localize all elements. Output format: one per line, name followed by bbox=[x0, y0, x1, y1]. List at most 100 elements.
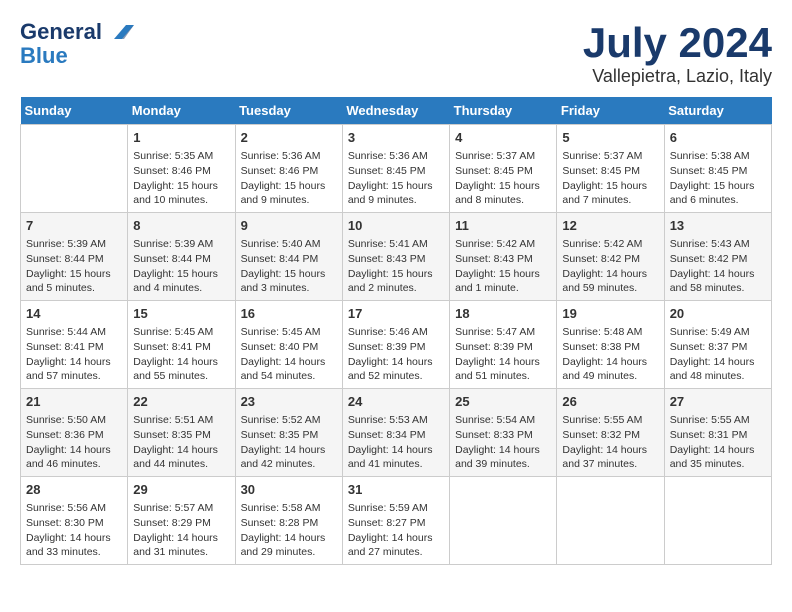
day-info: Sunrise: 5:47 AM Sunset: 8:39 PM Dayligh… bbox=[455, 325, 551, 384]
calendar-cell: 24Sunrise: 5:53 AM Sunset: 8:34 PM Dayli… bbox=[342, 389, 449, 477]
day-info: Sunrise: 5:40 AM Sunset: 8:44 PM Dayligh… bbox=[241, 237, 337, 296]
calendar-week-row: 21 Sunrise: 5:50 AM Sunset: 8:36 PM Dayli… bbox=[21, 389, 772, 477]
day-info: Sunrise: 5:46 AM Sunset: 8:39 PM Dayligh… bbox=[348, 325, 444, 384]
day-number: 26 bbox=[562, 393, 658, 411]
day-number: 21 bbox=[26, 393, 122, 411]
day-info: Sunrise: 5:44 AM Sunset: 8:41 PM Dayligh… bbox=[26, 325, 122, 384]
day-number: 10 bbox=[348, 217, 444, 235]
day-info: Sunrise: 5:35 AM Sunset: 8:46 PM Dayligh… bbox=[133, 149, 229, 208]
title-block: July 2024 Vallepietra, Lazio, Italy bbox=[583, 20, 772, 87]
day-info: Sunrise: 5:42 AM Sunset: 8:42 PM Dayligh… bbox=[562, 237, 658, 296]
calendar-cell: 21 Sunrise: 5:50 AM Sunset: 8:36 PM Dayli… bbox=[21, 389, 128, 477]
day-info: Sunrise: 5:51 AM Sunset: 8:35 PM Dayligh… bbox=[133, 413, 229, 472]
day-info: Sunrise: 5:59 AM Sunset: 8:27 PM Dayligh… bbox=[348, 501, 444, 560]
day-info: Sunrise: 5:55 AM Sunset: 8:31 PM Dayligh… bbox=[670, 413, 766, 472]
day-info: Sunrise: 5:39 AM Sunset: 8:44 PM Dayligh… bbox=[133, 237, 229, 296]
calendar-cell bbox=[664, 476, 771, 564]
calendar-cell: 12 Sunrise: 5:42 AM Sunset: 8:42 PM Dayli… bbox=[557, 213, 664, 301]
calendar-cell: 29 Sunrise: 5:57 AM Sunset: 8:29 PM Dayli… bbox=[128, 476, 235, 564]
day-number: 11 bbox=[455, 217, 551, 235]
day-number: 4 bbox=[455, 129, 551, 147]
calendar-cell: 18 Sunrise: 5:47 AM Sunset: 8:39 PM Dayli… bbox=[450, 301, 557, 389]
calendar-cell: 25 Sunrise: 5:54 AM Sunset: 8:33 PM Dayli… bbox=[450, 389, 557, 477]
calendar-cell: 19 Sunrise: 5:48 AM Sunset: 8:38 PM Dayli… bbox=[557, 301, 664, 389]
day-info: Sunrise: 5:37 AM Sunset: 8:45 PM Dayligh… bbox=[455, 149, 551, 208]
day-info: Sunrise: 5:58 AM Sunset: 8:28 PM Dayligh… bbox=[241, 501, 337, 560]
day-number: 25 bbox=[455, 393, 551, 411]
day-of-week-saturday: Saturday bbox=[664, 97, 771, 125]
page-header: General Blue July 2024 Vallepietra, Lazi… bbox=[20, 20, 772, 87]
calendar-header-row: SundayMondayTuesdayWednesdayThursdayFrid… bbox=[21, 97, 772, 125]
day-number: 30 bbox=[241, 481, 337, 499]
day-number: 2 bbox=[241, 129, 337, 147]
calendar-cell: 6Sunrise: 5:38 AM Sunset: 8:45 PM Daylig… bbox=[664, 125, 771, 213]
day-number: 18 bbox=[455, 305, 551, 323]
day-info: Sunrise: 5:56 AM Sunset: 8:30 PM Dayligh… bbox=[26, 501, 122, 560]
calendar-cell: 8 Sunrise: 5:39 AM Sunset: 8:44 PM Daylig… bbox=[128, 213, 235, 301]
calendar-cell: 28 Sunrise: 5:56 AM Sunset: 8:30 PM Dayli… bbox=[21, 476, 128, 564]
day-info: Sunrise: 5:36 AM Sunset: 8:46 PM Dayligh… bbox=[241, 149, 337, 208]
day-number: 1 bbox=[133, 129, 229, 147]
day-info: Sunrise: 5:55 AM Sunset: 8:32 PM Dayligh… bbox=[562, 413, 658, 472]
calendar-table: SundayMondayTuesdayWednesdayThursdayFrid… bbox=[20, 97, 772, 565]
calendar-cell: 23 Sunrise: 5:52 AM Sunset: 8:35 PM Dayli… bbox=[235, 389, 342, 477]
day-info: Sunrise: 5:37 AM Sunset: 8:45 PM Dayligh… bbox=[562, 149, 658, 208]
day-info: Sunrise: 5:41 AM Sunset: 8:43 PM Dayligh… bbox=[348, 237, 444, 296]
day-of-week-tuesday: Tuesday bbox=[235, 97, 342, 125]
calendar-week-row: 1 Sunrise: 5:35 AM Sunset: 8:46 PM Daylig… bbox=[21, 125, 772, 213]
day-info: Sunrise: 5:38 AM Sunset: 8:45 PM Dayligh… bbox=[670, 149, 766, 208]
logo-blue: Blue bbox=[20, 44, 68, 68]
calendar-cell bbox=[557, 476, 664, 564]
day-number: 14 bbox=[26, 305, 122, 323]
day-info: Sunrise: 5:43 AM Sunset: 8:42 PM Dayligh… bbox=[670, 237, 766, 296]
day-info: Sunrise: 5:50 AM Sunset: 8:36 PM Dayligh… bbox=[26, 413, 122, 472]
day-number: 12 bbox=[562, 217, 658, 235]
logo-icon bbox=[104, 23, 134, 41]
day-number: 23 bbox=[241, 393, 337, 411]
day-of-week-monday: Monday bbox=[128, 97, 235, 125]
location-title: Vallepietra, Lazio, Italy bbox=[583, 66, 772, 87]
day-number: 22 bbox=[133, 393, 229, 411]
calendar-cell: 4 Sunrise: 5:37 AM Sunset: 8:45 PM Daylig… bbox=[450, 125, 557, 213]
day-number: 15 bbox=[133, 305, 229, 323]
day-number: 24 bbox=[348, 393, 444, 411]
day-info: Sunrise: 5:45 AM Sunset: 8:41 PM Dayligh… bbox=[133, 325, 229, 384]
calendar-cell: 20Sunrise: 5:49 AM Sunset: 8:37 PM Dayli… bbox=[664, 301, 771, 389]
calendar-cell: 13 Sunrise: 5:43 AM Sunset: 8:42 PM Dayli… bbox=[664, 213, 771, 301]
calendar-cell: 9 Sunrise: 5:40 AM Sunset: 8:44 PM Daylig… bbox=[235, 213, 342, 301]
day-number: 5 bbox=[562, 129, 658, 147]
logo: General Blue bbox=[20, 20, 134, 68]
calendar-cell: 27Sunrise: 5:55 AM Sunset: 8:31 PM Dayli… bbox=[664, 389, 771, 477]
calendar-week-row: 7 Sunrise: 5:39 AM Sunset: 8:44 PM Daylig… bbox=[21, 213, 772, 301]
day-number: 7 bbox=[26, 217, 122, 235]
day-number: 28 bbox=[26, 481, 122, 499]
calendar-cell: 11 Sunrise: 5:42 AM Sunset: 8:43 PM Dayli… bbox=[450, 213, 557, 301]
day-number: 31 bbox=[348, 481, 444, 499]
calendar-cell: 5 Sunrise: 5:37 AM Sunset: 8:45 PM Daylig… bbox=[557, 125, 664, 213]
day-info: Sunrise: 5:52 AM Sunset: 8:35 PM Dayligh… bbox=[241, 413, 337, 472]
day-info: Sunrise: 5:49 AM Sunset: 8:37 PM Dayligh… bbox=[670, 325, 766, 384]
calendar-cell: 17Sunrise: 5:46 AM Sunset: 8:39 PM Dayli… bbox=[342, 301, 449, 389]
day-number: 29 bbox=[133, 481, 229, 499]
calendar-cell bbox=[450, 476, 557, 564]
day-number: 19 bbox=[562, 305, 658, 323]
logo-general: General bbox=[20, 20, 102, 44]
day-number: 3 bbox=[348, 129, 444, 147]
day-number: 9 bbox=[241, 217, 337, 235]
day-info: Sunrise: 5:54 AM Sunset: 8:33 PM Dayligh… bbox=[455, 413, 551, 472]
day-number: 13 bbox=[670, 217, 766, 235]
day-info: Sunrise: 5:48 AM Sunset: 8:38 PM Dayligh… bbox=[562, 325, 658, 384]
calendar-cell bbox=[21, 125, 128, 213]
day-info: Sunrise: 5:39 AM Sunset: 8:44 PM Dayligh… bbox=[26, 237, 122, 296]
day-number: 8 bbox=[133, 217, 229, 235]
calendar-cell: 2 Sunrise: 5:36 AM Sunset: 8:46 PM Daylig… bbox=[235, 125, 342, 213]
calendar-cell: 10 Sunrise: 5:41 AM Sunset: 8:43 PM Dayli… bbox=[342, 213, 449, 301]
calendar-cell: 3 Sunrise: 5:36 AM Sunset: 8:45 PM Daylig… bbox=[342, 125, 449, 213]
day-number: 16 bbox=[241, 305, 337, 323]
day-of-week-thursday: Thursday bbox=[450, 97, 557, 125]
month-title: July 2024 bbox=[583, 20, 772, 66]
day-info: Sunrise: 5:36 AM Sunset: 8:45 PM Dayligh… bbox=[348, 149, 444, 208]
calendar-cell: 30 Sunrise: 5:58 AM Sunset: 8:28 PM Dayli… bbox=[235, 476, 342, 564]
day-info: Sunrise: 5:42 AM Sunset: 8:43 PM Dayligh… bbox=[455, 237, 551, 296]
day-info: Sunrise: 5:57 AM Sunset: 8:29 PM Dayligh… bbox=[133, 501, 229, 560]
